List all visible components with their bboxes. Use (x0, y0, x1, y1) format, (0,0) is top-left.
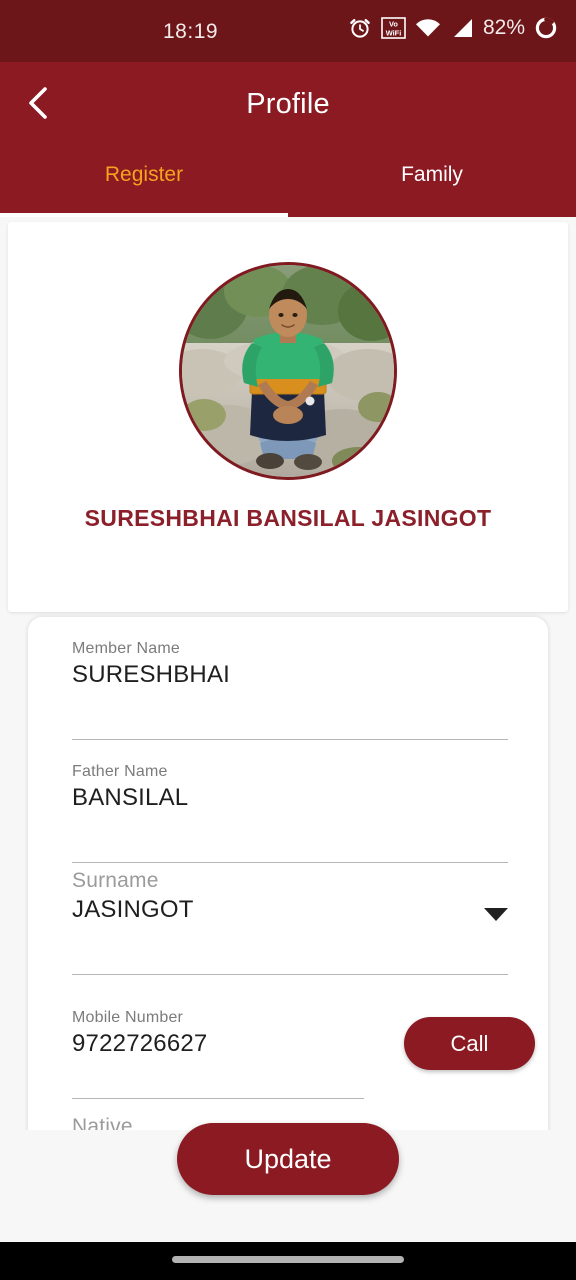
tab-active-indicator (0, 213, 288, 217)
vowifi-icon: Vo WiFi (381, 17, 406, 39)
alarm-clock-icon (348, 16, 372, 40)
field-underline (72, 1098, 364, 1099)
battery-percent-label: 82% (482, 16, 525, 39)
status-bar: 18:19 Vo WiFi 82% (0, 0, 576, 62)
field-underline (72, 974, 508, 975)
tab-bar: Register Family (0, 155, 576, 217)
field-underline (72, 739, 508, 740)
field-member-name[interactable]: Member Name SURESHBHAI (72, 640, 508, 740)
app-bar: Profile Register Family (0, 62, 576, 217)
user-photo (182, 265, 394, 477)
field-member-name-label: Member Name (72, 640, 181, 657)
page-title: Profile (246, 88, 330, 120)
call-button-label: Call (450, 1030, 489, 1056)
chevron-down-icon[interactable] (484, 908, 508, 921)
update-button[interactable]: Update (177, 1123, 399, 1195)
status-bar-icons: Vo WiFi 82% (348, 16, 558, 40)
tab-family[interactable]: Family (288, 155, 576, 217)
field-mobile-number[interactable]: Mobile Number 9722726627 Call (72, 1009, 535, 1099)
cellular-signal-icon (450, 18, 474, 38)
field-member-name-value[interactable]: SURESHBHAI (72, 661, 508, 689)
phone-screen: 18:19 Vo WiFi 82% Profile Register Famil… (0, 0, 576, 1280)
tab-register[interactable]: Register (0, 155, 288, 217)
home-gesture-pill[interactable] (172, 1256, 404, 1263)
field-surname-label: Surname (72, 869, 159, 892)
battery-ring-icon (534, 16, 558, 40)
wifi-icon (415, 18, 441, 38)
field-surname-value[interactable]: JASINGOT (72, 896, 508, 924)
profile-name: SURESHBHAI BANSILAL JASINGOT (84, 505, 492, 531)
field-underline (72, 862, 508, 863)
field-father-name-value[interactable]: BANSILAL (72, 784, 508, 812)
field-father-name[interactable]: Father Name BANSILAL (72, 763, 508, 863)
profile-photo-card: SURESHBHAI BANSILAL JASINGOT (8, 222, 568, 612)
profile-form-card: Member Name SURESHBHAI Father Name BANSI… (28, 617, 548, 1145)
svg-text:WiFi: WiFi (386, 28, 402, 37)
system-navigation-bar (0, 1242, 576, 1280)
field-surname[interactable]: Surname JASINGOT (72, 869, 508, 975)
call-button[interactable]: Call (404, 1017, 535, 1070)
tab-register-label: Register (104, 163, 184, 186)
field-father-name-label: Father Name (72, 763, 168, 780)
tab-family-label: Family (401, 163, 463, 186)
svg-text:Vo: Vo (389, 20, 398, 29)
status-bar-clock: 18:19 (163, 20, 219, 43)
bottom-action-bar: Update (0, 1123, 576, 1242)
avatar[interactable] (179, 262, 397, 480)
